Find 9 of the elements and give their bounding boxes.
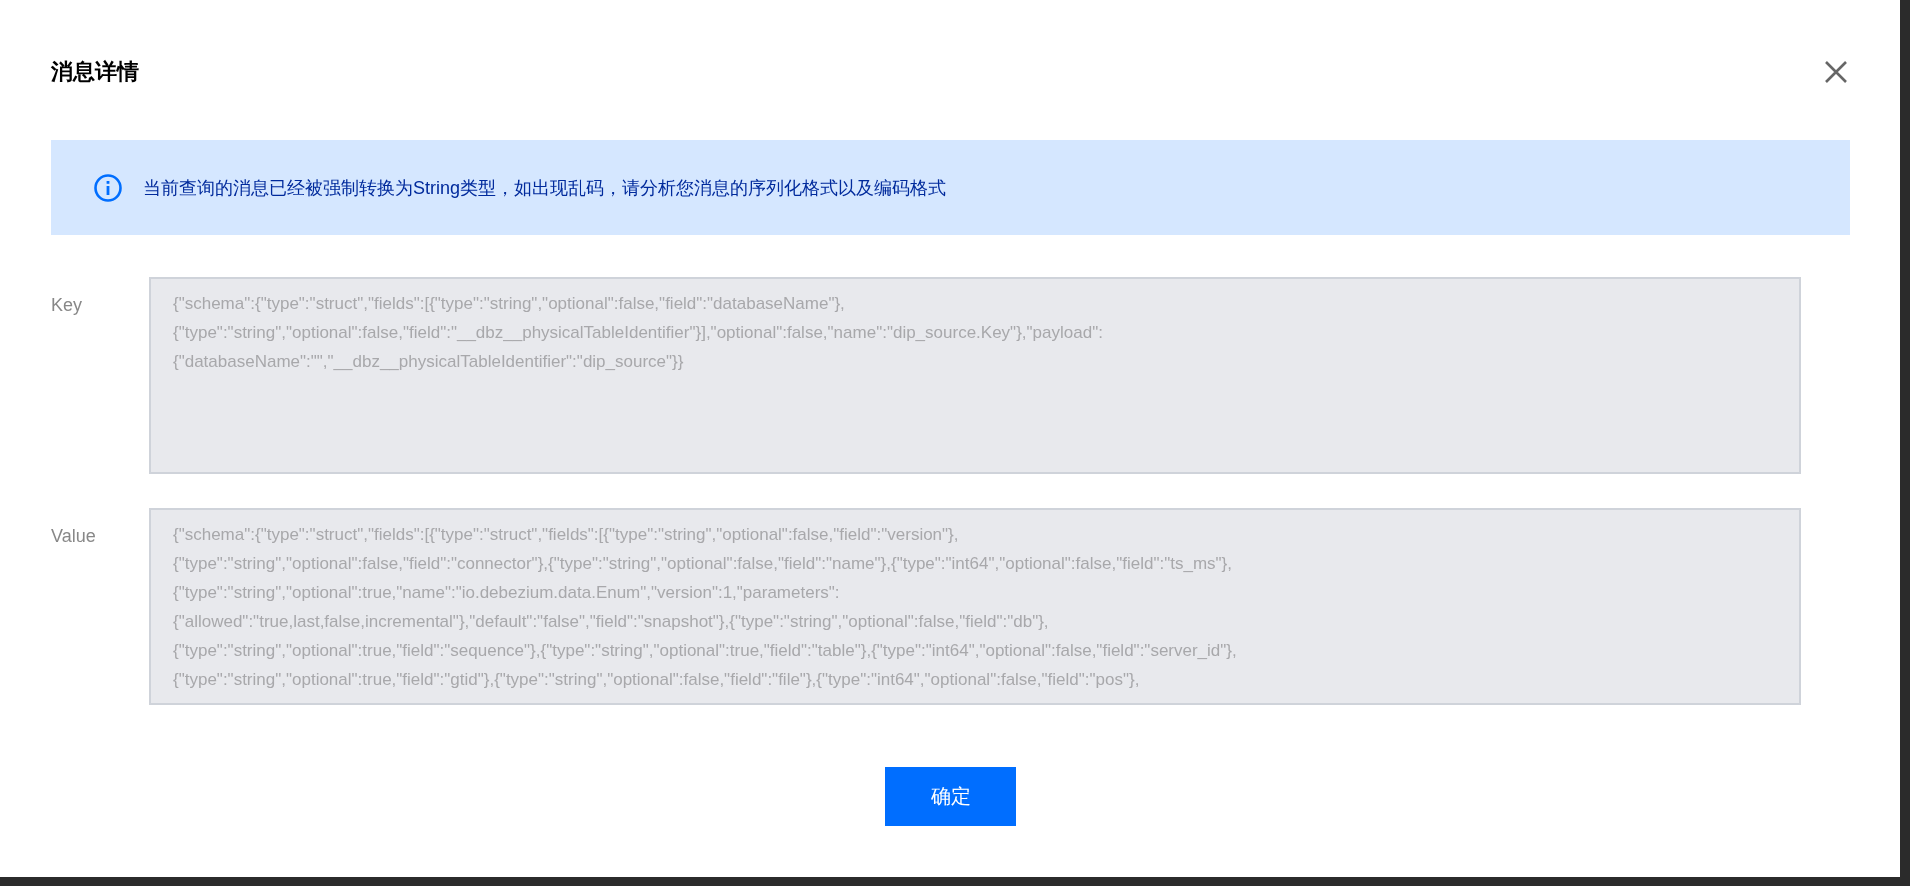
field-label: Value [51, 525, 97, 548]
message-textarea[interactable]: {"schema":{"type":"struct","fields":[{"type":"struct","fields":[{"type":"string","optional":false,"field":"version"}, {"type":"string","optional":false,"field":"connector"},{"type":"string","optional":false,"field":"name"},{"type":"int64","optional":false,"field":"ts_ms"}, {"type":"string","optional":true,"name":"io.debezium.data.Enum","version":1,"parameters": {"allowed":"true,last,false,incremental"},"default":"false","field":"snapshot"},{"type":"string","optional":false,"field":"db"}, {"type":"string","optional":true,"field":"sequence"},{"type":"string","optional":true,"field":"table"},{"type":"int64","optional":false,"field":"server_id"}, {"type":"string","optional":true,"field":"gtid"},{"type":"string","optional":false,"field":"file"},{"type":"int64","optional":false,"field":"pos"}, [149, 508, 1801, 705]
info-icon [93, 172, 123, 203]
confirm-button[interactable]: 确定 [885, 767, 1016, 826]
dialog-title: 消息详情 [51, 58, 139, 86]
info-message: 当前查询的消息已经被强制转换为String类型，如出现乱码，请分析您消息的序列化格式以及编码格式 [143, 176, 947, 200]
message-textarea[interactable]: {"schema":{"type":"struct","fields":[{"type":"string","optional":false,"field":"databaseName"}, {"type":"string","optional":false,"field":"__dbz__physicalTableIdentifier"}],"optional":false,"name":"dip_source.Key"},"payload": {"databaseName":"","__dbz__physicalTableIdentifier":"dip_source"}} [149, 277, 1801, 474]
close-icon[interactable] [1824, 60, 1848, 84]
field-label: Key [51, 294, 84, 317]
